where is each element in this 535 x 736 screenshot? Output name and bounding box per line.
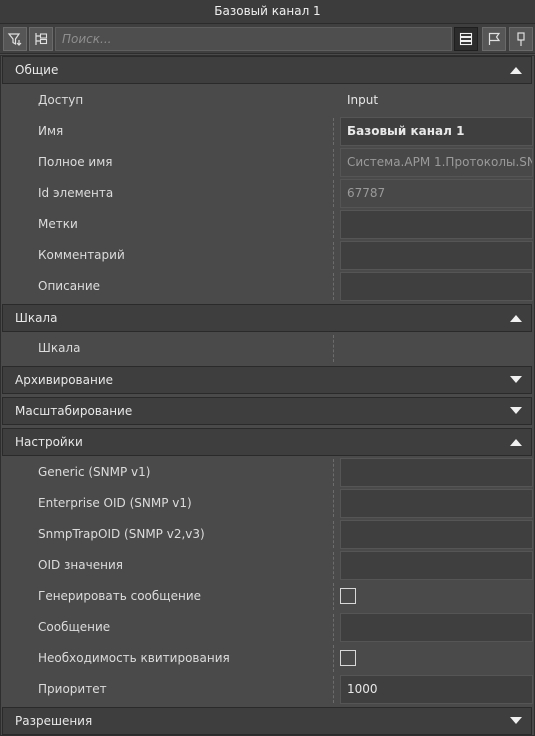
column-divider[interactable]: [333, 149, 334, 176]
property-row-element-id: Id элемента 67787: [4, 178, 533, 209]
property-label: Комментарий: [38, 248, 125, 262]
section-permissions[interactable]: Разрешения: [2, 707, 532, 735]
column-divider[interactable]: [333, 118, 334, 145]
list-view-button[interactable]: [454, 27, 478, 51]
property-row-priority: Приоритет 1000: [4, 674, 533, 705]
comment-field[interactable]: [340, 241, 533, 270]
chevron-down-icon: [510, 376, 522, 383]
chevron-up-icon: [510, 67, 522, 74]
column-divider[interactable]: [333, 645, 334, 672]
column-divider[interactable]: [333, 552, 334, 579]
ack-required-checkbox[interactable]: [340, 650, 356, 666]
access-value: Input: [347, 93, 379, 107]
property-label: Id элемента: [38, 186, 114, 200]
search-input[interactable]: Поиск...: [55, 27, 452, 51]
property-label: SnmpTrapOID (SNMP v2,v3): [38, 527, 205, 541]
property-row-tags: Метки: [4, 209, 533, 240]
section-archiving[interactable]: Архивирование: [2, 366, 532, 394]
section-label: Архивирование: [15, 373, 114, 387]
property-label: Необходимость квитирования: [38, 651, 230, 665]
section-scaling[interactable]: Масштабирование: [2, 397, 532, 425]
column-divider[interactable]: [333, 242, 334, 269]
tree-filter-button[interactable]: [29, 27, 53, 51]
chevron-up-icon: [510, 315, 522, 322]
chevron-up-icon: [510, 439, 522, 446]
section-general[interactable]: Общие: [2, 56, 532, 84]
property-row-enterprise-oid: Enterprise OID (SNMP v1): [4, 488, 533, 519]
column-divider[interactable]: [333, 180, 334, 207]
column-divider[interactable]: [333, 211, 334, 238]
column-divider[interactable]: [333, 459, 334, 486]
section-settings[interactable]: Настройки: [2, 428, 532, 456]
section-label: Масштабирование: [15, 404, 133, 418]
column-divider[interactable]: [333, 614, 334, 641]
window-title: Базовый канал 1: [0, 0, 535, 24]
message-field[interactable]: [340, 613, 533, 642]
property-row-generate-message: Генерировать сообщение: [4, 581, 532, 612]
generate-message-checkbox[interactable]: [340, 588, 356, 604]
property-row-comment: Комментарий: [4, 240, 533, 271]
filter-button[interactable]: [3, 27, 27, 51]
column-divider[interactable]: [333, 273, 334, 300]
enterprise-oid-field[interactable]: [340, 489, 533, 518]
flag-button[interactable]: [482, 27, 506, 51]
chevron-down-icon: [510, 407, 522, 414]
pin-button[interactable]: [509, 27, 533, 51]
property-row-full-name: Полное имя Система.АРМ 1.Протоколы.SNMP: [4, 147, 533, 178]
column-divider[interactable]: [333, 490, 334, 517]
element-id-field: 67787: [340, 179, 533, 208]
toolbar: Поиск...: [0, 24, 535, 54]
filter-icon: [7, 33, 22, 46]
property-row-generic: Generic (SNMP v1): [4, 457, 533, 488]
section-label: Шкала: [15, 311, 58, 325]
property-row-oid-value: OID значения: [4, 550, 533, 581]
full-name-field: Система.АРМ 1.Протоколы.SNMP: [340, 148, 533, 177]
section-label: Разрешения: [15, 714, 93, 728]
property-label: Приоритет: [38, 682, 107, 696]
column-divider[interactable]: [333, 676, 334, 703]
column-divider[interactable]: [333, 521, 334, 548]
description-field[interactable]: [340, 272, 533, 301]
property-row-message: Сообщение: [4, 612, 533, 643]
section-label: Настройки: [15, 435, 83, 449]
property-row-access: Доступ Input: [4, 85, 532, 116]
tags-field[interactable]: [340, 210, 533, 239]
column-divider[interactable]: [333, 335, 334, 362]
snmptrap-oid-field[interactable]: [340, 520, 533, 549]
property-row-description: Описание: [4, 271, 533, 302]
property-label: Полное имя: [38, 155, 113, 169]
property-label: Generic (SNMP v1): [38, 465, 151, 479]
section-label: Общие: [15, 63, 59, 77]
property-panel: Общие Доступ Input Имя Базовый канал 1 П…: [0, 55, 535, 736]
property-row-scale: Шкала: [4, 333, 532, 364]
property-row-ack-required: Необходимость квитирования: [4, 643, 532, 674]
flag-icon: [488, 32, 501, 45]
section-scale[interactable]: Шкала: [2, 304, 532, 332]
oid-value-field[interactable]: [340, 551, 533, 580]
column-divider[interactable]: [333, 583, 334, 610]
property-label: Описание: [38, 279, 101, 293]
property-label: Enterprise OID (SNMP v1): [38, 496, 192, 510]
property-label: Метки: [38, 217, 78, 231]
property-label: Имя: [38, 124, 64, 138]
property-label: OID значения: [38, 558, 123, 572]
tree-filter-icon: [35, 33, 48, 45]
property-row-snmptrap-oid: SnmpTrapOID (SNMP v2,v3): [4, 519, 533, 550]
pin-icon: [517, 32, 525, 46]
chevron-down-icon: [510, 717, 522, 724]
property-label: Доступ: [38, 93, 84, 107]
property-label: Шкала: [38, 341, 81, 355]
scale-value[interactable]: [340, 334, 533, 363]
property-row-name: Имя Базовый канал 1: [4, 116, 533, 147]
property-label: Генерировать сообщение: [38, 589, 202, 603]
generic-field[interactable]: [340, 458, 533, 487]
priority-field[interactable]: 1000: [340, 675, 533, 704]
name-field[interactable]: Базовый канал 1: [340, 117, 533, 146]
property-label: Сообщение: [38, 620, 111, 634]
list-view-icon: [459, 32, 473, 46]
